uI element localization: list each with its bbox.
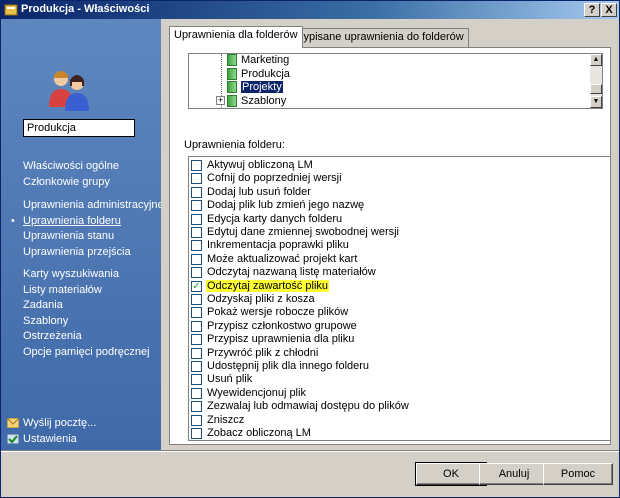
folder-tree[interactable]: + Marketing Produkcja Projekty Szablony ▲ ▼ xyxy=(188,53,603,109)
sidebar-item-1-0[interactable]: Uprawnienia administracyjne xyxy=(23,199,164,211)
tab-folder-permissions[interactable]: Uprawnienia dla folderów xyxy=(169,26,303,48)
ok-button[interactable]: OK xyxy=(415,462,487,486)
permission-label: Edytuj dane zmiennej swobodnej wersji xyxy=(207,226,399,238)
permission-checkbox[interactable] xyxy=(191,294,202,305)
sidebar-item-2-0[interactable]: Karty wyszukiwania xyxy=(23,268,119,280)
scroll-thumb[interactable] xyxy=(590,84,602,94)
permission-checkbox[interactable] xyxy=(191,401,202,413)
settings-label: Ustawienia xyxy=(23,433,77,445)
permission-checkbox[interactable] xyxy=(191,428,202,439)
send-mail-link[interactable]: Wyślij pocztę... xyxy=(7,417,96,429)
permission-checkbox[interactable] xyxy=(191,387,202,399)
permission-checkbox[interactable] xyxy=(191,213,202,225)
permission-checkbox[interactable] xyxy=(191,347,202,359)
permission-label: Edycja karty danych folderu xyxy=(207,212,343,225)
tree-item-label: Marketing xyxy=(241,54,290,66)
tab-panel: + Marketing Produkcja Projekty Szablony ▲ ▼… xyxy=(169,47,611,445)
tree-scrollbar[interactable]: ▲ ▼ xyxy=(590,54,602,108)
settings-check-icon xyxy=(7,434,19,445)
tree-item-label: Szablony xyxy=(241,94,287,107)
permission-label: Odczytaj zawartość pliku xyxy=(206,279,330,292)
tab-assigned-folder-permissions[interactable]: Przypisane uprawnienia do folderów xyxy=(282,28,469,47)
sidebar-item-0-0[interactable]: Właściwości ogólne xyxy=(23,160,119,172)
permission-checkbox[interactable] xyxy=(191,334,202,346)
vault-icon xyxy=(4,4,18,16)
permission-checkbox[interactable] xyxy=(191,173,202,185)
help-button[interactable]: Pomoc xyxy=(543,463,613,485)
permission-checkbox[interactable] xyxy=(191,267,202,279)
sidebar-item-2-1[interactable]: Listy materiałów xyxy=(23,284,102,296)
permission-label: Odzyskaj pliki z kosza xyxy=(207,293,315,305)
permission-checkbox[interactable] xyxy=(191,361,202,372)
mail-icon xyxy=(7,418,19,429)
tree-item-label: Produkcja xyxy=(241,67,290,80)
footer-divider-highlight xyxy=(1,451,619,452)
send-mail-label: Wyślij pocztę... xyxy=(23,417,97,429)
permission-checkbox[interactable] xyxy=(191,320,202,332)
sidebar-item-2-2[interactable]: Zadania xyxy=(23,299,63,311)
scroll-up-icon[interactable]: ▲ xyxy=(590,54,602,66)
permission-checkbox[interactable] xyxy=(191,374,202,386)
permission-label: Usuń plik xyxy=(207,373,253,386)
permission-label: Odczytaj nazwaną listę materiałów xyxy=(207,266,376,279)
permission-label: Przypisz członkostwo grupowe xyxy=(207,319,357,332)
permission-checkbox[interactable]: ✓ xyxy=(191,280,202,292)
permission-label: Przywróć plik z chłodni xyxy=(207,346,319,359)
permission-checkbox[interactable] xyxy=(191,414,202,426)
permission-checkbox[interactable] xyxy=(191,200,202,212)
sidebar-item-1-2[interactable]: Uprawnienia stanu xyxy=(23,230,114,242)
permission-label: Dodaj lub usuń folder xyxy=(207,185,311,198)
permission-label: Aktywuj obliczoną LM xyxy=(207,159,313,171)
permission-label: Cofnij do poprzedniej wersji xyxy=(207,172,342,185)
title-bar: Produkcja - Właściwości ? X xyxy=(1,1,619,19)
permission-checkbox[interactable] xyxy=(191,227,202,238)
sidebar-item-2-3[interactable]: Szablony xyxy=(23,315,68,327)
permission-label: Udostępnij plik dla innego folderu xyxy=(207,360,370,372)
sidebar: Produkcja Właściwości ogólne Członkowie g… xyxy=(1,19,164,450)
main-content: Uprawnienia dla folderów Przypisane upra… xyxy=(161,19,619,450)
sidebar-item-2-5[interactable]: Opcje pamięci podręcznej xyxy=(23,346,150,358)
close-title-button[interactable]: X xyxy=(601,3,617,17)
permission-label: Zezwalaj lub odmawiaj dostępu do plików xyxy=(207,400,409,413)
active-bullet-icon: • xyxy=(11,214,15,227)
permission-label: Zobacz obliczoną LM xyxy=(207,427,311,439)
permission-label: Przypisz uprawnienia dla pliku xyxy=(207,333,355,346)
help-title-button[interactable]: ? xyxy=(584,3,600,17)
sidebar-item-1-3[interactable]: Uprawnienia przejścia xyxy=(23,246,131,258)
permission-label: Może aktualizować projekt kart xyxy=(207,252,358,265)
tree-item[interactable]: Produkcja xyxy=(241,68,290,81)
sidebar-item-0-1[interactable]: Członkowie grupy xyxy=(23,176,110,188)
permission-label: Wyewidencjonuj plik xyxy=(207,386,306,399)
permission-checkbox[interactable] xyxy=(191,253,202,265)
cancel-button[interactable]: Anuluj xyxy=(479,463,549,485)
folder-icon xyxy=(227,94,237,107)
users-icon xyxy=(49,71,89,111)
permission-label: Pokaż wersje robocze plików xyxy=(207,306,349,319)
folder-icon xyxy=(227,67,237,80)
permission-label: Inkrementacja poprawki pliku xyxy=(207,239,349,252)
folder-name-field[interactable]: Produkcja xyxy=(23,119,135,137)
permissions-heading: Uprawnienia folderu: xyxy=(184,139,285,151)
tree-item[interactable]: Szablony xyxy=(241,95,286,108)
settings-link[interactable]: Ustawienia xyxy=(7,433,77,445)
scroll-down-icon[interactable]: ▼ xyxy=(590,96,602,108)
window-title: Produkcja - Właściwości xyxy=(21,3,150,15)
permission-checkbox[interactable] xyxy=(191,240,202,252)
tree-item[interactable]: Projekty xyxy=(241,81,283,94)
folder-icon xyxy=(227,54,237,66)
permissions-list: Aktywuj obliczoną LM Cofnij do poprzednie… xyxy=(188,156,611,441)
tree-item-label: Projekty xyxy=(241,81,283,93)
permission-checkbox[interactable] xyxy=(191,160,202,171)
properties-dialog: Produkcja - Właściwości ? X Produkcja Wł… xyxy=(0,0,620,498)
tree-item[interactable]: Marketing xyxy=(241,54,289,67)
permission-label: Dodaj plik lub zmień jego nazwę xyxy=(207,199,365,212)
folder-icon xyxy=(227,81,237,93)
permission-label: Zniszcz xyxy=(207,413,245,426)
sidebar-item-1-1[interactable]: Uprawnienia folderu xyxy=(23,215,121,227)
permission-checkbox[interactable] xyxy=(191,307,202,319)
sidebar-item-2-4[interactable]: Ostrzeżenia xyxy=(23,330,82,342)
expand-icon[interactable]: + xyxy=(216,96,225,105)
permission-checkbox[interactable] xyxy=(191,186,202,198)
